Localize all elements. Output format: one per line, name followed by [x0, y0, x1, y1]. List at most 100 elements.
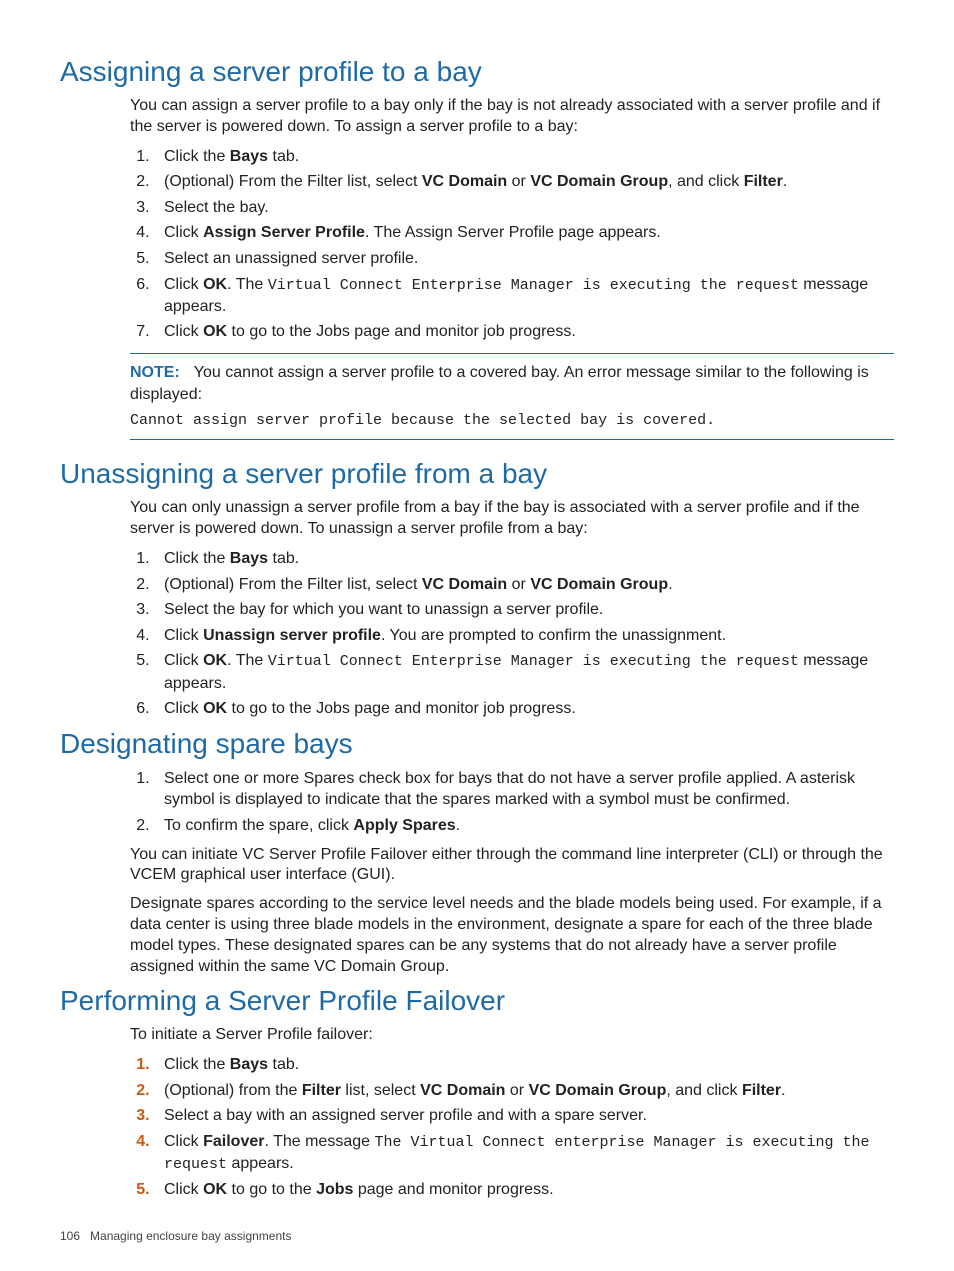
list-item: Select an unassigned server profile.	[154, 248, 894, 270]
text: Select a bay with an assigned server pro…	[164, 1107, 647, 1124]
heading-failover: Performing a Server Profile Failover	[60, 985, 894, 1017]
list-item: To confirm the spare, click Apply Spares…	[154, 815, 894, 837]
text: .	[781, 1082, 785, 1099]
section3-para1: You can initiate VC Server Profile Failo…	[130, 845, 894, 887]
text: .	[668, 576, 672, 593]
text: Click the	[164, 1056, 230, 1073]
heading-assigning: Assigning a server profile to a bay	[60, 56, 894, 88]
list-item: Select the bay for which you want to una…	[154, 599, 894, 621]
note-box: NOTE:You cannot assign a server profile …	[130, 353, 894, 440]
heading-spare-bays: Designating spare bays	[60, 728, 894, 760]
text: (Optional) from the	[164, 1082, 302, 1099]
bold: Filter	[742, 1082, 781, 1099]
code: Virtual Connect Enterprise Manager is ex…	[268, 653, 799, 670]
bold: Jobs	[316, 1181, 353, 1198]
section4-intro: To initiate a Server Profile failover:	[130, 1025, 894, 1046]
bold: Failover	[203, 1133, 264, 1150]
heading-unassigning: Unassigning a server profile from a bay	[60, 458, 894, 490]
text: Click	[164, 700, 203, 717]
section1-steps: Click the Bays tab. (Optional) From the …	[130, 146, 894, 343]
section1-intro: You can assign a server profile to a bay…	[130, 96, 894, 138]
note-text: You cannot assign a server profile to a …	[130, 364, 869, 403]
text: . The Assign Server Profile page appears…	[365, 224, 661, 241]
bold: OK	[203, 323, 227, 340]
text: Select one or more Spares check box for …	[164, 770, 855, 809]
list-item: Click the Bays tab.	[154, 548, 894, 570]
text: or	[505, 1082, 528, 1099]
text: appears.	[227, 1155, 294, 1172]
list-item: Click Assign Server Profile. The Assign …	[154, 222, 894, 244]
bold: Unassign server profile	[203, 627, 381, 644]
text: . The	[227, 276, 268, 293]
text: .	[783, 173, 787, 190]
page-footer: 106 Managing enclosure bay assignments	[60, 1229, 291, 1243]
section3-steps: Select one or more Spares check box for …	[130, 768, 894, 837]
list-item: Select one or more Spares check box for …	[154, 768, 894, 811]
bold: Filter	[302, 1082, 341, 1099]
section2-body: You can only unassign a server profile f…	[130, 498, 894, 719]
section4-steps: Click the Bays tab. (Optional) from the …	[130, 1054, 894, 1201]
list-item: Click OK to go to the Jobs page and moni…	[154, 698, 894, 720]
section4-body: To initiate a Server Profile failover: C…	[130, 1025, 894, 1201]
section3-body: Select one or more Spares check box for …	[130, 768, 894, 978]
footer-title: Managing enclosure bay assignments	[90, 1229, 291, 1243]
text: (Optional) From the Filter list, select	[164, 576, 422, 593]
note-label: NOTE:	[130, 364, 180, 381]
text: Click the	[164, 148, 230, 165]
text: to go to the	[227, 1181, 316, 1198]
section1-body: You can assign a server profile to a bay…	[130, 96, 894, 440]
bold: Apply Spares	[353, 817, 455, 834]
text: tab.	[268, 1056, 299, 1073]
bold: Bays	[230, 148, 268, 165]
text: Click	[164, 1133, 203, 1150]
bold: VC Domain Group	[530, 576, 668, 593]
text: Select an unassigned server profile.	[164, 250, 418, 267]
list-item: Click OK to go to the Jobs page and moni…	[154, 1179, 894, 1201]
bold: Bays	[230, 1056, 268, 1073]
text: , and click	[668, 173, 744, 190]
list-item: (Optional) From the Filter list, select …	[154, 171, 894, 193]
section2-intro: You can only unassign a server profile f…	[130, 498, 894, 540]
bold: VC Domain	[422, 576, 507, 593]
bold: VC Domain Group	[529, 1082, 667, 1099]
list-item: Select a bay with an assigned server pro…	[154, 1105, 894, 1127]
text: , and click	[666, 1082, 742, 1099]
text: Click	[164, 323, 203, 340]
text: page and monitor progress.	[353, 1181, 553, 1198]
bold: OK	[203, 652, 227, 669]
code: Virtual Connect Enterprise Manager is ex…	[268, 277, 799, 294]
list-item: (Optional) From the Filter list, select …	[154, 574, 894, 596]
section2-steps: Click the Bays tab. (Optional) From the …	[130, 548, 894, 720]
text: Select the bay.	[164, 199, 269, 216]
list-item: Click OK. The Virtual Connect Enterprise…	[154, 650, 894, 694]
text: tab.	[268, 550, 299, 567]
list-item: Select the bay.	[154, 197, 894, 219]
text: Click the	[164, 550, 230, 567]
page-number: 106	[60, 1229, 80, 1243]
text: Click	[164, 224, 203, 241]
document-page: Assigning a server profile to a bay You …	[0, 0, 954, 1271]
text: To confirm the spare, click	[164, 817, 353, 834]
list-item: Click OK. The Virtual Connect Enterprise…	[154, 274, 894, 318]
text: . The	[227, 652, 268, 669]
list-item: Click the Bays tab.	[154, 1054, 894, 1076]
list-item: Click OK to go to the Jobs page and moni…	[154, 321, 894, 343]
bold: VC Domain	[420, 1082, 505, 1099]
text: tab.	[268, 148, 299, 165]
list-item: (Optional) from the Filter list, select …	[154, 1080, 894, 1102]
bold: VC Domain Group	[530, 173, 668, 190]
list-item: Click the Bays tab.	[154, 146, 894, 168]
list-item: Click Unassign server profile. You are p…	[154, 625, 894, 647]
text: . You are prompted to confirm the unassi…	[381, 627, 726, 644]
bold: VC Domain	[422, 173, 507, 190]
text: (Optional) From the Filter list, select	[164, 173, 422, 190]
text: Click	[164, 276, 203, 293]
bold: Assign Server Profile	[203, 224, 365, 241]
text: to go to the Jobs page and monitor job p…	[227, 323, 576, 340]
text: or	[507, 173, 530, 190]
text: Click	[164, 627, 203, 644]
bold: Filter	[744, 173, 783, 190]
bold: OK	[203, 700, 227, 717]
text: Click	[164, 652, 203, 669]
section3-para2: Designate spares according to the servic…	[130, 894, 894, 977]
